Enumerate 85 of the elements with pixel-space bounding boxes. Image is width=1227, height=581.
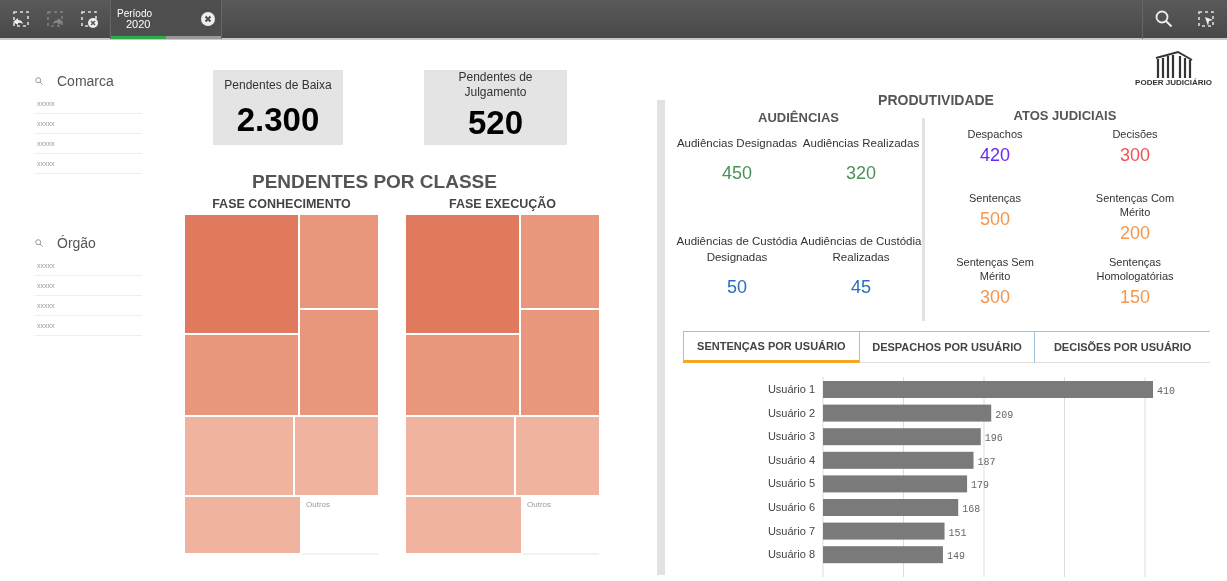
value-label: 410 xyxy=(1157,386,1175,397)
section-title: PENDENTES POR CLASSE xyxy=(252,171,498,193)
category-label: Usuário 7 xyxy=(767,524,815,537)
value-label: 196 xyxy=(984,433,1003,445)
bar[interactable] xyxy=(823,404,992,422)
treemap-cell[interactable] xyxy=(516,417,599,495)
treemap-title: FASE EXECUÇÃO xyxy=(448,197,557,213)
metric-label: Audiências de Custódia Designadas xyxy=(675,234,799,265)
treemap-label: Outros xyxy=(306,500,330,509)
metric-label: Audiências Designadas xyxy=(675,136,799,151)
treemap-cell[interactable] xyxy=(300,310,378,415)
tab[interactable]: DECISÕES POR USUÁRIO xyxy=(1034,331,1210,363)
metric-value: 300 xyxy=(1119,145,1150,166)
metric-value: 50 xyxy=(727,277,747,298)
section-title: PRODUTIVIDADE xyxy=(877,92,995,108)
value-label: 168 xyxy=(962,504,981,515)
bar[interactable] xyxy=(823,428,981,446)
treemap-cell[interactable] xyxy=(406,497,521,553)
clear-icon xyxy=(79,9,99,29)
metric-value: 500 xyxy=(979,209,1010,230)
metric-value: 300 xyxy=(979,287,1010,308)
metric-label: Sentenças xyxy=(968,191,1022,205)
subsection-title: ATOS JUDICIAIS xyxy=(1013,108,1117,123)
back-icon xyxy=(11,9,31,29)
selection-label: Período xyxy=(117,8,153,19)
category-label: Usuário 4 xyxy=(767,453,815,466)
bar[interactable] xyxy=(823,475,968,493)
treemap-title: FASE CONHECIMENTO xyxy=(211,197,352,213)
treemap-cell[interactable] xyxy=(185,497,300,553)
treemap-cell[interactable] xyxy=(521,215,599,308)
treemap-cell[interactable] xyxy=(300,215,378,308)
metric-label: Despachos xyxy=(966,127,1024,141)
selection-tool-icon xyxy=(1196,9,1216,29)
search-icon xyxy=(35,239,43,247)
metric-label: Sentenças Sem Mérito xyxy=(955,255,1035,283)
value-label: 149 xyxy=(946,551,965,563)
forward-icon xyxy=(45,9,65,29)
value-label: 179 xyxy=(971,480,990,492)
category-label: Usuário 5 xyxy=(767,477,815,490)
treemap-cell[interactable] xyxy=(295,417,378,495)
selection-value: 2020 xyxy=(125,19,152,30)
metric-label: Sentenças Homologatórias xyxy=(1095,255,1175,283)
metric-label: Audiências Realizadas xyxy=(801,136,921,151)
metric-value: 320 xyxy=(845,163,876,184)
value-label: 187 xyxy=(977,456,996,468)
metric-value: 150 xyxy=(1119,287,1150,308)
logo-text: PODER JUDICIÁRIO xyxy=(1135,78,1212,87)
metric-value: 200 xyxy=(1119,223,1150,244)
close-icon[interactable] xyxy=(201,12,215,26)
category-label: Usuário 3 xyxy=(767,430,815,443)
treemap-label: Outros xyxy=(527,500,551,509)
filter-title: Órgão xyxy=(57,235,96,251)
treemap-cell[interactable] xyxy=(406,215,519,333)
category-label: Usuário 8 xyxy=(767,548,815,561)
metric-label: Audiências de Custódia Realizadas xyxy=(799,234,923,265)
treemap-cell[interactable] xyxy=(185,417,293,495)
search-icon xyxy=(35,77,43,85)
kpi-label: Pendentes de Baixa xyxy=(223,78,333,93)
search-icon xyxy=(1155,10,1173,28)
treemap-cell[interactable] xyxy=(406,335,519,415)
treemap-cell[interactable] xyxy=(185,215,298,333)
treemap-cell[interactable] xyxy=(406,417,514,495)
treemap-cell[interactable] xyxy=(185,335,298,415)
tab[interactable]: SENTENÇAS POR USUÁRIO xyxy=(683,331,859,363)
kpi-value: 2.300 xyxy=(236,101,320,139)
kpi-value: 520 xyxy=(467,104,524,142)
value-label: 209 xyxy=(995,409,1014,421)
metric-label: Sentenças Com Mérito xyxy=(1094,191,1176,219)
treemap-cell[interactable] xyxy=(521,310,599,415)
kpi-label: Pendentes de Julgamento xyxy=(457,70,534,100)
category-label: Usuário 1 xyxy=(767,383,815,395)
tab[interactable]: DESPACHOS POR USUÁRIO xyxy=(858,331,1035,363)
category-label: Usuário 6 xyxy=(767,501,815,513)
bar[interactable] xyxy=(823,451,974,469)
subsection-title: AUDIÊNCIAS xyxy=(758,110,839,125)
category-label: Usuário 2 xyxy=(767,406,815,419)
bar[interactable] xyxy=(823,546,943,564)
metric-value: 45 xyxy=(851,277,871,298)
metric-value: 420 xyxy=(979,145,1010,166)
metric-label: Decisões xyxy=(1111,127,1159,141)
selection-chip[interactable]: Período 2020 xyxy=(110,0,222,39)
filter-title: Comarca xyxy=(57,73,114,89)
value-label: 151 xyxy=(948,527,967,539)
bar[interactable] xyxy=(823,522,945,540)
metric-value: 450 xyxy=(721,163,752,184)
